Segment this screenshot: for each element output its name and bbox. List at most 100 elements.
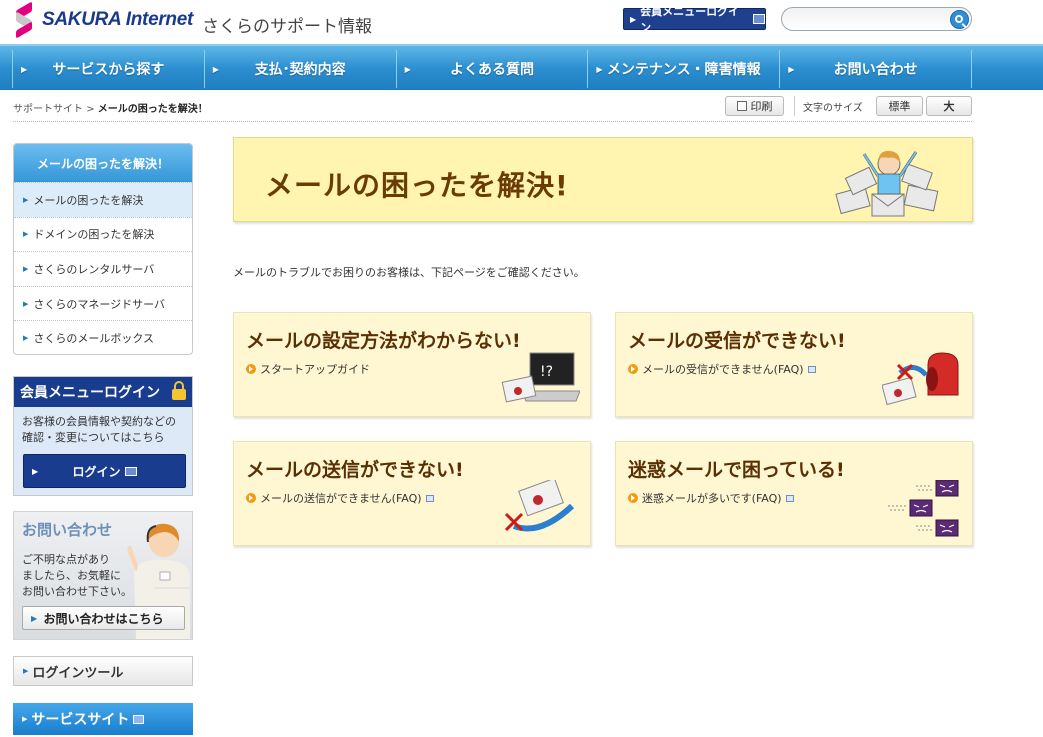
member-login-label: 会員メニューログイン	[640, 5, 740, 34]
login-button-label: ログイン	[72, 464, 121, 479]
breadcrumb: サポートサイト > メールの困ったを解決！	[13, 100, 208, 115]
svg-text:!?: !?	[540, 364, 553, 380]
printer-icon	[736, 101, 747, 111]
card-link-spam-faq[interactable]: 迷惑メールが多いです(FAQ)	[628, 490, 794, 506]
nav-item-maintenance[interactable]: ▶ メンテナンス・障害情報	[587, 50, 779, 88]
nav-item-label: メンテナンス・障害情報	[606, 62, 761, 78]
arrow-right-icon: ▶	[23, 334, 29, 343]
service-site-link[interactable]: ▶ サービスサイト	[13, 703, 193, 735]
card-link-label: スタートアップガイド	[260, 363, 370, 376]
font-size-label: 文字のサイズ	[803, 103, 863, 114]
search-icon	[954, 14, 963, 23]
search-box	[781, 7, 972, 31]
sidebar-item-managed-server[interactable]: ▶ さくらのマネージドサーバ	[14, 285, 192, 321]
nav-item-faq[interactable]: ▶ よくある質問	[395, 50, 588, 88]
nav-item-label: よくある質問	[449, 62, 534, 78]
contact-desc-line: ましたら、お気軽に	[22, 569, 121, 582]
breadcrumb-separator: >	[86, 104, 95, 115]
sidebar-item-mailbox[interactable]: ▶ さくらのメールボックス	[14, 320, 192, 354]
member-login-description: お客様の会員情報や契約などの 確認・変更についてはこちら	[14, 407, 192, 446]
arrow-right-icon: ▶	[596, 64, 603, 74]
nav-item-payment[interactable]: ▶ 支払･契約内容	[203, 50, 396, 88]
new-window-icon	[124, 466, 137, 476]
font-size-large-button[interactable]: 大	[926, 96, 972, 116]
card-spam: 迷惑メールで困っている! 迷惑メールが多いです(FAQ)	[615, 441, 973, 546]
intro-text: メールのトラブルでお困りのお客様は、下記ページをご確認ください。	[233, 266, 585, 279]
bullet-arrow-icon	[246, 493, 256, 503]
arrow-right-icon: ▶	[630, 14, 637, 24]
sidebar-menu: メールの困ったを解決！ ▶ メールの困ったを解決 ▶ ドメインの困ったを解決 ▶ さく…	[13, 143, 193, 355]
arrow-right-icon: ▶	[23, 195, 29, 204]
arrow-right-icon: ▶	[31, 613, 38, 623]
sidebar-item-mail[interactable]: ▶ メールの困ったを解決	[14, 182, 192, 217]
new-window-icon	[753, 14, 765, 24]
new-window-icon	[133, 714, 145, 724]
search-input[interactable]	[792, 9, 952, 29]
card-link-label: メールの受信ができません(FAQ)	[642, 363, 804, 376]
card-title: メールの送信ができない!	[246, 459, 464, 481]
site-title: さくらのサポート情報	[202, 17, 372, 37]
breadcrumb-current: メールの困ったを解決！	[97, 104, 208, 115]
print-button[interactable]: 印刷	[725, 96, 784, 116]
sidebar-item-domain[interactable]: ▶ ドメインの困ったを解決	[14, 216, 192, 252]
font-size-normal-button[interactable]: 標準	[876, 96, 923, 116]
card-link-startup-guide[interactable]: スタートアップガイド	[246, 361, 370, 377]
nav-item-label: 支払･契約内容	[254, 62, 346, 78]
angry-envelopes-illustration	[888, 480, 959, 537]
lock-icon	[172, 381, 186, 401]
sidebar-item-label: メールの困ったを解決	[33, 193, 144, 207]
sidebar-item-label: さくらのレンタルサーバ	[33, 262, 155, 276]
envelope-send-fail-illustration	[504, 480, 575, 532]
sidebar-item-rental-server[interactable]: ▶ さくらのレンタルサーバ	[14, 251, 192, 286]
external-link-icon	[807, 365, 816, 373]
card-title: メールの設定方法がわからない!	[246, 330, 521, 352]
sidebar-heading[interactable]: メールの困ったを解決！	[14, 144, 192, 182]
breadcrumb-root-link[interactable]: サポートサイト	[13, 104, 83, 115]
bullet-arrow-icon	[628, 493, 638, 503]
contact-box: お問い合わせ ご不明な点があり ましたら、お気軽に お問い合わせ下さい。 ▶ お…	[13, 511, 193, 640]
print-label: 印刷	[750, 100, 773, 113]
card-title: 迷惑メールで困っている!	[628, 459, 845, 481]
login-button[interactable]: ▶ ログイン	[23, 454, 186, 488]
contact-button[interactable]: ▶ お問い合わせはこちら	[22, 606, 185, 630]
toolbar-divider	[794, 96, 795, 116]
member-login-desc-line: 確認・変更についてはこちら	[22, 431, 165, 444]
service-site-label: サービスサイト	[31, 712, 130, 728]
bullet-arrow-icon	[246, 364, 256, 374]
sidebar-item-label: さくらのマネージドサーバ	[33, 297, 166, 311]
member-login-title-text: 会員メニューログイン	[20, 385, 160, 401]
contact-title: お問い合わせ	[22, 521, 113, 539]
nav-item-contact[interactable]: ▶ お問い合わせ	[779, 50, 972, 88]
card-setup: メールの設定方法がわからない! スタートアップガイド !?	[233, 312, 591, 417]
arrow-right-icon: ▶	[404, 64, 411, 74]
search-button[interactable]	[950, 10, 969, 29]
member-login-desc-line: お客様の会員情報や契約などの	[22, 415, 176, 428]
arrow-right-icon: ▶	[21, 64, 28, 74]
divider	[13, 121, 972, 122]
page-title: メールの困ったを解決!	[265, 169, 569, 202]
arrow-right-icon: ▶	[23, 667, 29, 675]
contact-description: ご不明な点があり ましたら、お気軽に お問い合わせ下さい。	[22, 552, 132, 600]
arrow-right-icon: ▶	[22, 715, 28, 723]
nav-item-label: サービスから探す	[52, 62, 165, 78]
mailbox-with-envelope-illustration	[882, 352, 959, 406]
nav-item-services[interactable]: ▶ サービスから探す	[12, 50, 204, 88]
global-nav: ▶ サービスから探す ▶ 支払･契約内容 ▶ よくある質問 ▶ メンテナンス・障害情報 …	[0, 44, 1043, 90]
card-link-receive-faq[interactable]: メールの受信ができません(FAQ)	[628, 361, 816, 377]
bullet-arrow-icon	[628, 364, 638, 374]
contact-button-label: お問い合わせはこちら	[43, 611, 164, 626]
card-link-label: 迷惑メールが多いです(FAQ)	[642, 492, 782, 505]
site-header: SAKURA Internet さくらのサポート情報 ▶ 会員メニューログイン	[0, 0, 1043, 44]
login-tools-label: ログインツール	[32, 665, 124, 681]
arrow-right-icon: ▶	[32, 466, 39, 476]
card-link-send-faq[interactable]: メールの送信ができません(FAQ)	[246, 490, 434, 506]
sakura-logo-icon	[12, 1, 40, 39]
sakura-logo[interactable]: SAKURA Internet	[12, 1, 193, 39]
arrow-right-icon: ▶	[23, 299, 29, 308]
sidebar-item-label: ドメインの困ったを解決	[33, 228, 155, 242]
member-login-title: 会員メニューログイン	[14, 377, 192, 407]
login-tools-link[interactable]: ▶ ログインツール	[13, 656, 193, 686]
member-login-button[interactable]: ▶ 会員メニューログイン	[623, 5, 766, 34]
arrow-right-icon: ▶	[788, 64, 795, 74]
arrow-right-icon: ▶	[23, 264, 29, 273]
